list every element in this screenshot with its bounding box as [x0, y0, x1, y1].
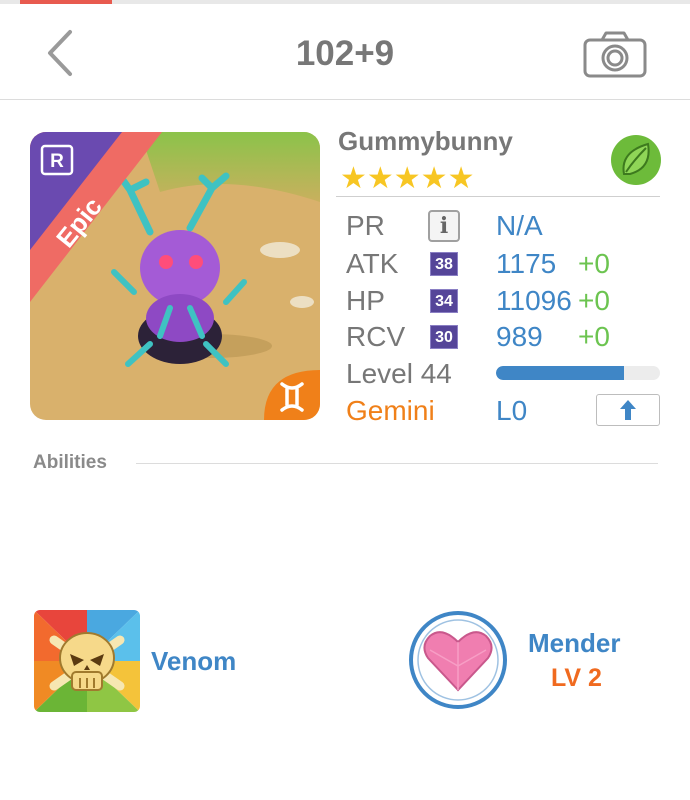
rarity-badge: R [50, 151, 64, 172]
stat-row-pr: PR i N/A [346, 210, 666, 244]
ability-venom-label: Venom [151, 646, 237, 676]
ability-mender-level: LV 2 [551, 664, 602, 692]
stat-label: ATK [346, 248, 399, 279]
stat-badge: 38 [430, 252, 458, 276]
level-progress-fill [496, 366, 624, 380]
zodiac-value: L0 [496, 395, 528, 426]
stat-row-rcv: RCV 30 989 +0 [346, 321, 666, 355]
info-icon: i [439, 213, 449, 239]
bone-decoration [260, 242, 300, 258]
star-rating: ★★★★★ [340, 164, 474, 194]
header: 102+9 [0, 4, 690, 100]
level-progress-bar [496, 366, 660, 380]
bone-decoration [290, 296, 314, 308]
stat-bonus: +0 [578, 321, 610, 352]
stat-value: 1175 [496, 248, 557, 279]
stat-label: PR [346, 210, 385, 241]
ability-mender-icon[interactable] [408, 610, 508, 710]
stat-badge: 30 [430, 325, 458, 349]
stat-row-atk: ATK 38 1175 +0 [346, 248, 666, 282]
stat-row-hp: HP 34 11096 +0 [346, 285, 666, 319]
upgrade-button[interactable] [596, 394, 660, 426]
camera-icon [583, 31, 647, 78]
leaf-icon [610, 134, 662, 186]
skull-icon [49, 632, 125, 691]
stat-label: RCV [346, 321, 406, 352]
stats-divider [336, 196, 660, 197]
ability-mender-label: Mender [528, 628, 621, 658]
stat-badge: 34 [430, 289, 458, 313]
ability-venom-icon[interactable] [34, 610, 140, 712]
zodiac-label: Gemini [346, 395, 435, 426]
stat-label: HP [346, 285, 385, 316]
camera-button[interactable] [582, 30, 648, 80]
monster-portrait[interactable]: R Epic [30, 132, 320, 420]
monster-name: Gummybunny [338, 126, 513, 156]
arrow-up-icon [620, 400, 636, 420]
stat-value: 989 [496, 321, 543, 352]
info-button[interactable]: i [428, 210, 460, 242]
stat-bonus: +0 [578, 285, 610, 316]
abilities-heading: Abilities [33, 452, 107, 473]
level-label: Level 44 [346, 358, 452, 389]
stat-value: N/A [496, 210, 543, 241]
stat-bonus: +0 [578, 248, 610, 279]
abilities-divider [136, 463, 658, 464]
stat-value: 11096 [496, 285, 572, 316]
star-icons: ★★★★★ [340, 162, 475, 195]
